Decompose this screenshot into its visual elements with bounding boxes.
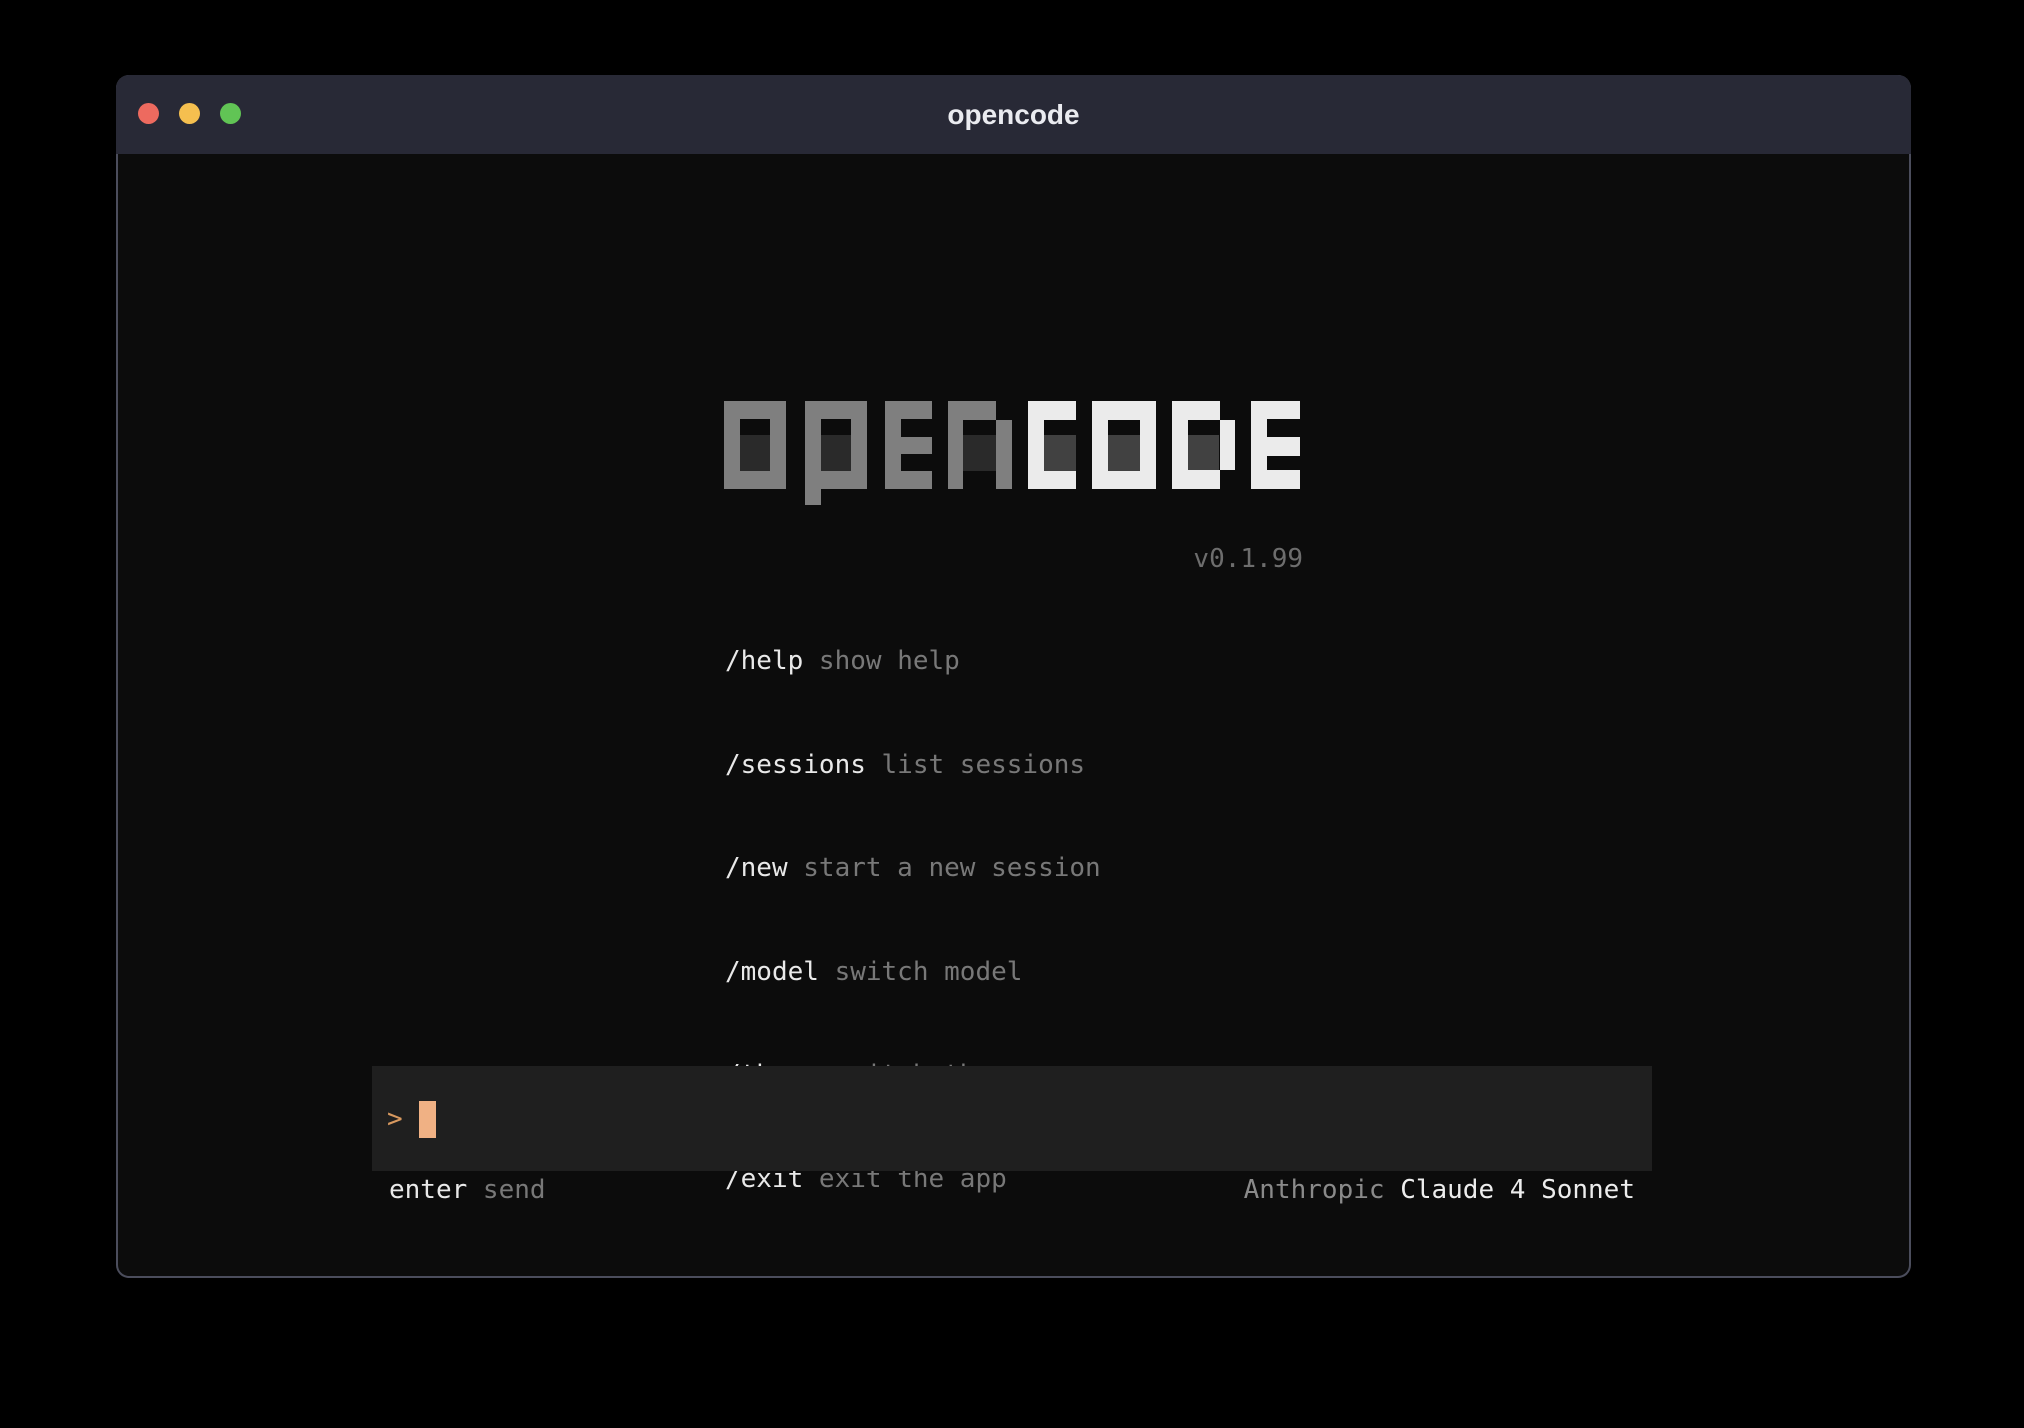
command-name: /help [725,646,803,676]
text-cursor [419,1101,436,1138]
window-titlebar[interactable]: opencode [116,75,1911,154]
command-name: /new [725,853,788,883]
version-label: v0.1.99 [724,544,1303,574]
command-description: start a new session [803,853,1100,883]
enter-hint-key: enter [389,1175,467,1205]
prompt-input[interactable]: > [372,1066,1652,1171]
opencode-logo [724,401,1300,505]
command-row: /sessions list sessions [725,748,1101,783]
command-description: list sessions [882,750,1086,780]
app-window: opencode [116,75,1911,1278]
window-title: opencode [116,75,1911,154]
model-name: Claude 4 Sonnet [1400,1175,1635,1205]
enter-hint: enter send [389,1174,546,1206]
opencode-logo-glyphs [724,401,1300,505]
enter-hint-action: send [483,1175,546,1205]
command-name: /model [725,957,819,987]
model-provider: Anthropic [1244,1175,1385,1205]
prompt-symbol: > [387,1104,403,1134]
command-description: switch model [835,957,1023,987]
command-row: /new start a new session [725,851,1101,886]
command-row: /help show help [725,644,1101,679]
command-description: show help [819,646,960,676]
model-indicator: Anthropic Claude 4 Sonnet [1244,1174,1635,1206]
command-row: /model switch model [725,955,1101,990]
command-name: /sessions [725,750,866,780]
status-bar: enter send Anthropic Claude 4 Sonnet [372,1174,1652,1206]
